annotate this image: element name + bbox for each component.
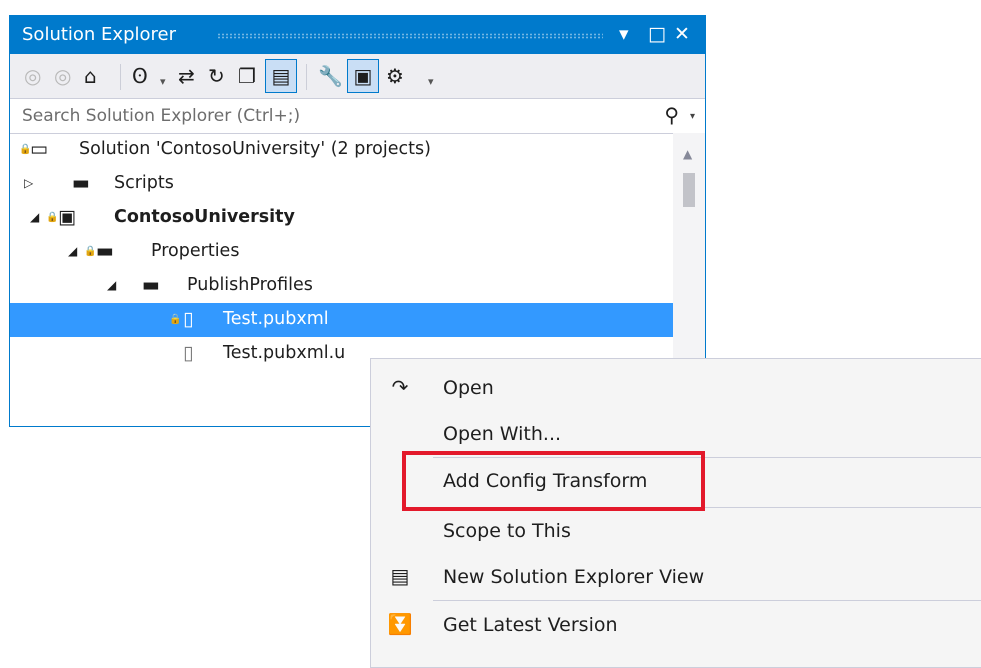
title-bar-grip[interactable]: [217, 33, 603, 39]
collapse-all-icon[interactable]: ❐: [238, 64, 256, 88]
menu-item-label: New Solution Explorer View: [443, 566, 705, 588]
menu-item-label: Open With...: [443, 423, 562, 445]
tree-item-scripts[interactable]: ▷ ▬ Scripts: [10, 167, 673, 201]
toolbar-separator: [120, 64, 121, 90]
show-all-files-icon[interactable]: ▤: [265, 59, 297, 93]
close-icon[interactable]: ✕: [674, 21, 690, 47]
properties-icon[interactable]: 🔧: [318, 64, 343, 88]
menu-separator: [433, 600, 981, 601]
tree-item-contosouniversity[interactable]: ◢ 🔒 ▣ ContosoUniversity: [10, 201, 673, 235]
highlight-box: [402, 451, 705, 511]
title-bar[interactable]: Solution Explorer ▾ □ ✕: [10, 16, 705, 54]
tree-item-publishprofiles[interactable]: ◢ ▬ PublishProfiles: [10, 269, 673, 303]
folder-icon: ▬: [72, 172, 90, 194]
window-options-icon[interactable]: ▾: [619, 21, 629, 47]
forward-icon[interactable]: ◎: [54, 64, 71, 88]
sync-icon[interactable]: ⇄: [178, 64, 195, 88]
menu-item-new-solution-explorer-view[interactable]: ▤ New Solution Explorer View: [371, 556, 981, 602]
collapse-arrow-icon[interactable]: ◢: [107, 278, 116, 292]
window-title: Solution Explorer: [22, 24, 176, 45]
tree-item-label: Test.pubxml.u: [223, 343, 346, 363]
scrollbar-thumb[interactable]: [683, 173, 695, 207]
file-icon: ▯: [183, 342, 194, 364]
tree-item-solution[interactable]: 🔒 ▭ Solution 'ContosoUniversity' (2 proj…: [10, 133, 673, 167]
open-arrow-icon: ↷: [391, 375, 409, 399]
search-icon[interactable]: ⚲: [664, 103, 679, 127]
home-icon[interactable]: ⌂: [84, 64, 97, 88]
chevron-down-icon[interactable]: ▾: [690, 111, 695, 122]
tree-item-label: Properties: [151, 241, 240, 261]
tree-item-properties[interactable]: ◢ 🔒 ▬ Properties: [10, 235, 673, 269]
lock-icon: 🔒: [84, 246, 97, 257]
folder-icon: ▬: [142, 274, 160, 296]
menu-item-open[interactable]: ↷ Open: [371, 367, 981, 413]
collapse-arrow-icon[interactable]: ◢: [68, 244, 77, 258]
pending-changes-filter-icon[interactable]: ʘ: [132, 64, 148, 88]
expand-arrow-icon[interactable]: ▷: [24, 176, 33, 190]
maximize-icon[interactable]: □: [648, 21, 666, 47]
tree-item-test-pubxml[interactable]: 🔒 ▯ Test.pubxml: [10, 303, 673, 337]
collapse-arrow-icon[interactable]: ◢: [30, 210, 39, 224]
web-project-icon: ▣: [58, 206, 76, 228]
menu-item-label: Scope to This: [443, 520, 571, 542]
search-box[interactable]: Search Solution Explorer (Ctrl+;) ⚲ ▾: [10, 98, 705, 134]
back-icon[interactable]: ◎: [24, 64, 41, 88]
menu-item-label: Open: [443, 377, 494, 399]
tree-item-label: Test.pubxml: [223, 309, 329, 329]
context-menu: ↷ Open Open With... Add Config Transform…: [370, 358, 981, 668]
class-view-icon[interactable]: ⚙: [386, 64, 404, 88]
get-latest-icon: ⏬: [387, 612, 413, 636]
scroll-up-icon[interactable]: ▲: [683, 147, 692, 161]
lock-icon: 🔒: [169, 314, 182, 325]
solution-icon: ▭: [30, 138, 48, 160]
preview-selected-items-icon[interactable]: ▣: [347, 59, 379, 93]
menu-item-get-latest-version[interactable]: ⏬ Get Latest Version: [371, 604, 981, 650]
chevron-down-icon[interactable]: ▾: [428, 70, 434, 94]
toolbar-separator: [306, 64, 307, 90]
tree-item-label: ContosoUniversity: [114, 207, 295, 227]
new-view-icon: ▤: [390, 564, 410, 588]
refresh-icon[interactable]: ↻: [208, 64, 225, 88]
tree-item-label: Solution 'ContosoUniversity' (2 projects…: [79, 139, 431, 159]
properties-folder-icon: ▬: [96, 240, 114, 262]
chevron-down-icon[interactable]: ▾: [160, 70, 166, 94]
lock-icon: 🔒: [46, 212, 59, 223]
file-icon: ▯: [183, 308, 194, 330]
tree-item-label: Scripts: [114, 173, 174, 193]
tree-item-label: PublishProfiles: [187, 275, 313, 295]
menu-item-scope-to-this[interactable]: Scope to This: [371, 510, 981, 556]
toolbar: ◎ ◎ ⌂ ʘ ▾ ⇄ ↻ ❐ ▤ 🔧 ▣ ⚙ ▾: [10, 54, 705, 98]
search-input[interactable]: Search Solution Explorer (Ctrl+;): [22, 106, 300, 126]
menu-item-label: Get Latest Version: [443, 614, 618, 636]
